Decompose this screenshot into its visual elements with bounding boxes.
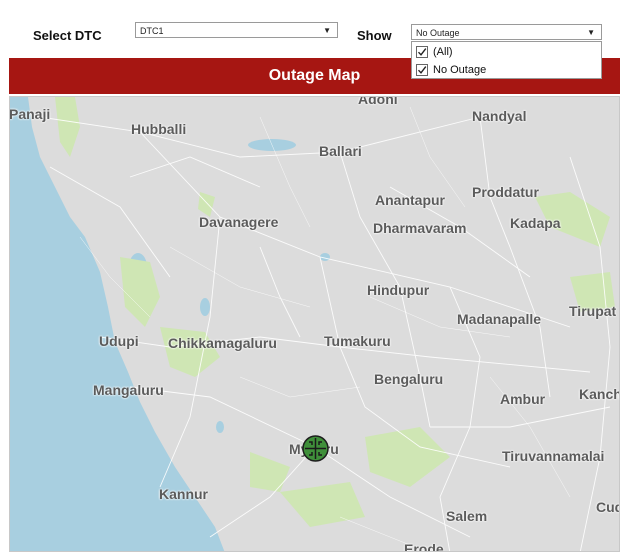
city-label: Tirupat (569, 303, 617, 319)
city-label: Hindupur (367, 282, 430, 298)
chevron-down-icon[interactable]: ▼ (323, 23, 331, 39)
select-dtc-label: Select DTC (33, 28, 102, 43)
city-label: Mangaluru (93, 382, 164, 398)
show-dropdown-list: (All) No Outage (411, 41, 602, 79)
show-select-value: No Outage (416, 28, 460, 38)
checkbox-checked-icon[interactable] (416, 46, 428, 59)
city-label: Tiruvannamalai (502, 448, 605, 464)
city-label: Cud (596, 499, 619, 515)
show-option-label: No Outage (433, 64, 487, 76)
checkbox-checked-icon[interactable] (416, 64, 428, 77)
city-label: Udupi (99, 333, 139, 349)
city-label: Dharmavaram (373, 220, 467, 236)
city-label: Kadapa (510, 215, 561, 231)
city-label: Bengaluru (374, 371, 444, 387)
city-label: Kannur (159, 486, 208, 502)
outage-map[interactable]: Adoni Panaji Hubballi Nandyal Ballari Pr… (9, 96, 620, 552)
city-label: Kanch (579, 386, 620, 402)
show-option-all[interactable]: (All) (416, 44, 453, 60)
chevron-down-icon[interactable]: ▼ (587, 25, 595, 41)
city-label: Chikkamagaluru (168, 335, 277, 351)
show-select[interactable]: No Outage ▼ (411, 24, 602, 40)
city-label: Panaji (9, 106, 51, 122)
dtc-select-value: DTC1 (140, 26, 164, 36)
city-label: Anantapur (375, 192, 445, 208)
show-option-label: (All) (433, 46, 453, 58)
city-label: Ambur (500, 391, 546, 407)
city-label: Nandyal (472, 108, 527, 124)
show-option-no-outage[interactable]: No Outage (416, 62, 486, 78)
city-label: Hubballi (131, 121, 187, 137)
city-label: Proddatur (472, 184, 539, 200)
city-label: Tumakuru (324, 333, 391, 349)
city-label: Davanagere (199, 214, 279, 230)
city-label: Salem (446, 508, 488, 524)
city-label: Madanapalle (457, 311, 542, 327)
show-label: Show (357, 28, 392, 43)
city-label: Adoni (358, 96, 398, 107)
city-label: Ballari (319, 143, 362, 159)
dtc-select[interactable]: DTC1 ▼ (135, 22, 338, 38)
outage-marker-icon[interactable] (302, 435, 329, 462)
city-label: Erode (404, 541, 444, 552)
